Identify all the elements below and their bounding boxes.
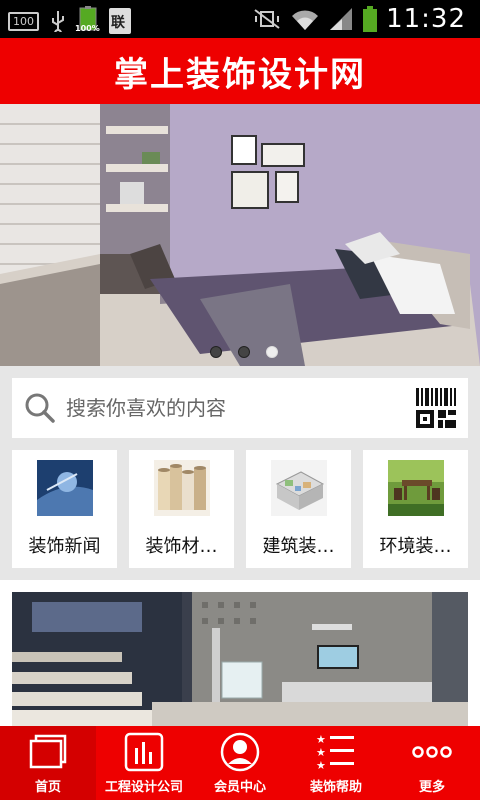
vibrate-mute-icon bbox=[254, 9, 280, 29]
floorplan-thumbnail bbox=[271, 460, 327, 516]
svg-text:★: ★ bbox=[316, 759, 326, 772]
signal-icon bbox=[330, 8, 353, 30]
category-item[interactable]: 环境装… bbox=[363, 450, 468, 568]
banner-carousel[interactable] bbox=[0, 104, 480, 366]
news-thumbnail bbox=[37, 460, 93, 516]
svg-text:★: ★ bbox=[316, 733, 326, 746]
bottom-tab-bar: 首页 工程设计公司 会员中心 ★ ★ ★ 装饰帮助 更多 bbox=[0, 726, 480, 800]
tab-label: 会员中心 bbox=[213, 780, 266, 795]
tab-home[interactable]: 首页 bbox=[0, 726, 96, 800]
battery-small-icon: 100% bbox=[75, 6, 100, 36]
more-dots-icon bbox=[412, 746, 452, 758]
search-icon[interactable] bbox=[24, 392, 56, 424]
tab-label: 工程设计公司 bbox=[104, 780, 183, 795]
tab-label: 首页 bbox=[34, 780, 61, 795]
bedroom-banner-image bbox=[0, 104, 480, 366]
user-icon bbox=[220, 732, 260, 772]
tab-label: 更多 bbox=[418, 780, 445, 795]
category-label: 建筑装… bbox=[262, 536, 335, 557]
living-room-image bbox=[12, 592, 468, 728]
home-windows-icon bbox=[29, 734, 67, 769]
rolls-thumbnail bbox=[154, 460, 210, 516]
carousel-dot[interactable] bbox=[238, 346, 250, 358]
notification-count-icon: 100 bbox=[8, 11, 39, 31]
category-item[interactable]: 建筑装… bbox=[246, 450, 351, 568]
clock: 11:32 bbox=[386, 4, 466, 34]
battery-icon bbox=[363, 6, 378, 32]
carousel-dot-active[interactable] bbox=[266, 346, 278, 358]
garden-thumbnail bbox=[388, 460, 444, 516]
tab-label: 装饰帮助 bbox=[309, 780, 362, 795]
status-bar: 100 100% 联 11:32 bbox=[0, 0, 480, 38]
page-title: 掌上装饰设计网 bbox=[114, 54, 366, 95]
carousel-indicators bbox=[210, 346, 278, 358]
category-label: 装饰新闻 bbox=[28, 536, 101, 557]
svg-text:★: ★ bbox=[316, 746, 326, 759]
wifi-icon bbox=[292, 10, 319, 30]
battery-small-label: 100% bbox=[75, 24, 100, 33]
search-input[interactable] bbox=[66, 390, 396, 426]
carousel-dot[interactable] bbox=[210, 346, 222, 358]
app-header: 掌上装饰设计网 bbox=[0, 38, 480, 104]
category-label: 装饰材… bbox=[145, 536, 218, 557]
category-label: 环境装… bbox=[379, 536, 452, 557]
document-icon-label: 联 bbox=[111, 15, 125, 31]
status-left: 100 100% 联 bbox=[8, 6, 131, 36]
qr-scan-icon[interactable] bbox=[414, 386, 458, 430]
category-grid: 装饰新闻 装饰材… 建筑装… 环境装… bbox=[12, 450, 468, 568]
star-list-icon: ★ ★ ★ bbox=[316, 733, 354, 772]
search-bar bbox=[12, 378, 468, 438]
tab-help[interactable]: ★ ★ ★ 装饰帮助 bbox=[288, 726, 384, 800]
category-item[interactable]: 装饰材… bbox=[129, 450, 234, 568]
tab-more[interactable]: 更多 bbox=[384, 726, 480, 800]
tab-engineering[interactable]: 工程设计公司 bbox=[96, 726, 192, 800]
tab-member[interactable]: 会员中心 bbox=[192, 726, 288, 800]
category-item[interactable]: 装饰新闻 bbox=[12, 450, 117, 568]
status-right: 11:32 bbox=[252, 4, 466, 34]
featured-image[interactable] bbox=[12, 592, 468, 728]
document-icon: 联 bbox=[109, 8, 131, 34]
chart-icon bbox=[124, 732, 164, 772]
usb-icon bbox=[52, 11, 64, 32]
